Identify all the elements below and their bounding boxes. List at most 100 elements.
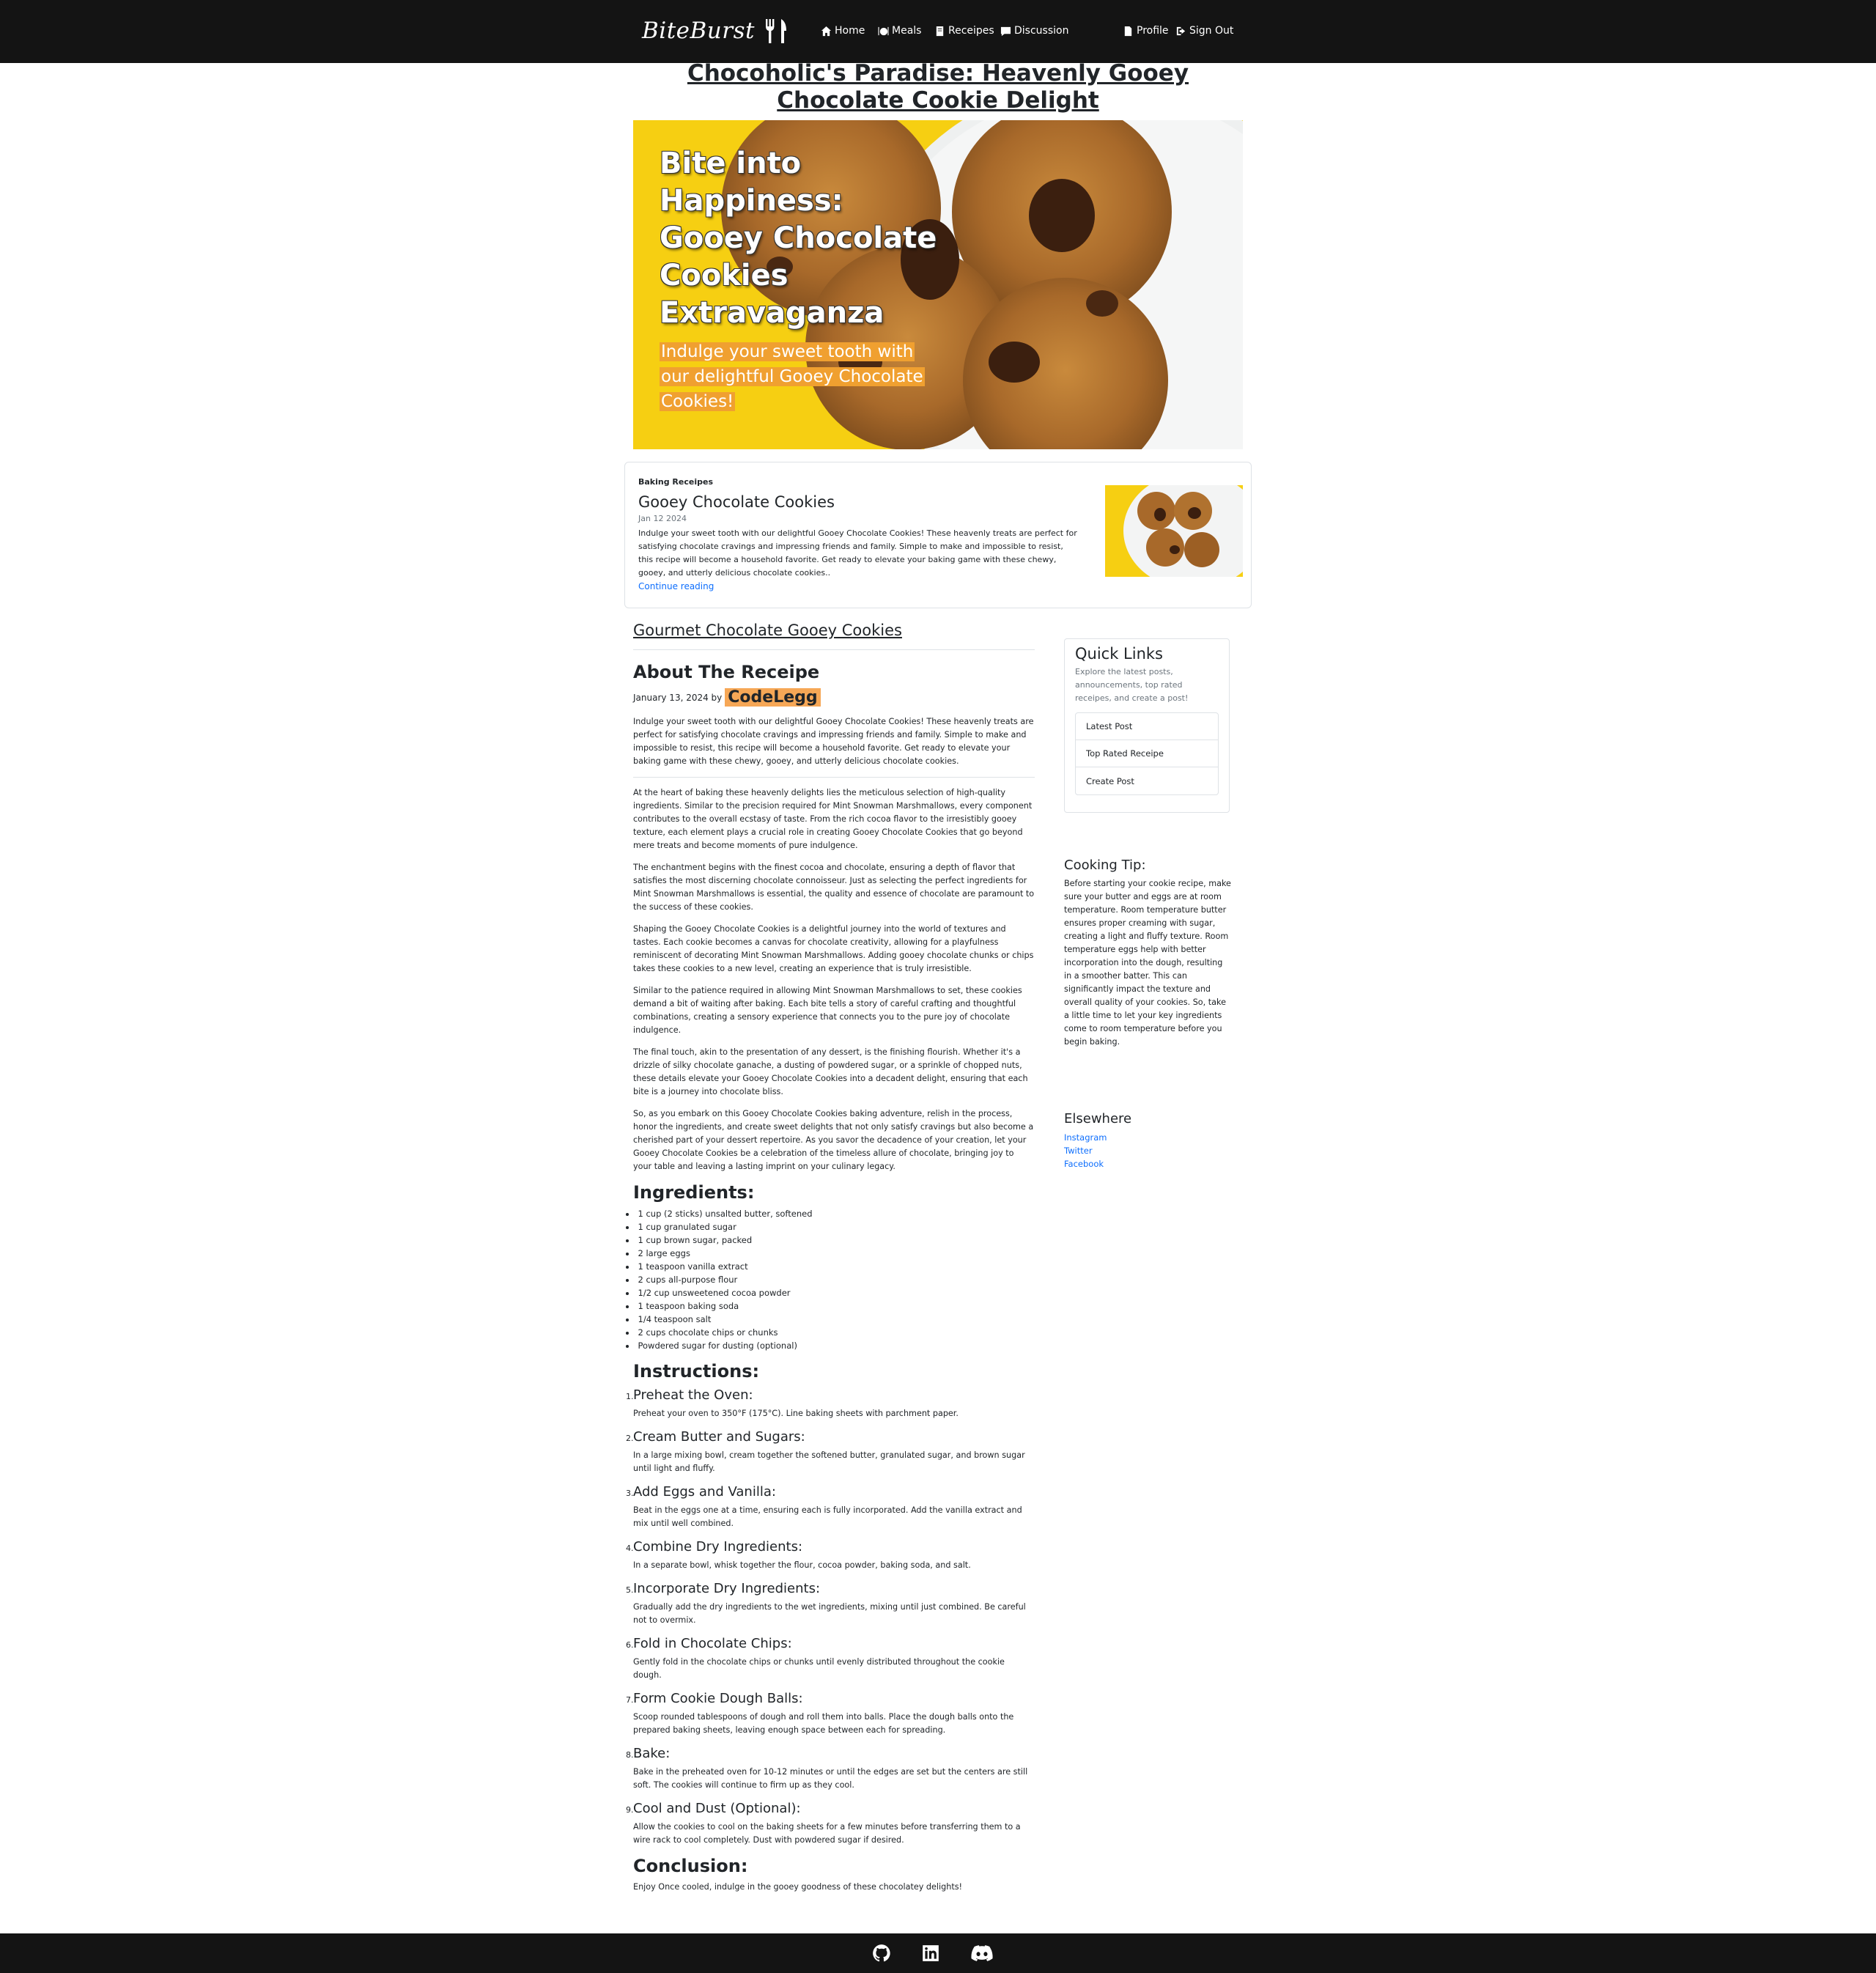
sign-out-icon — [1176, 26, 1186, 35]
step-number: 2. — [626, 1434, 634, 1443]
fork-knife-icon — [765, 19, 786, 43]
cooking-tip-body: Before starting your cookie recipe, make… — [1064, 879, 1231, 1047]
body-paragraph: At the heart of baking these heavenly de… — [633, 788, 1033, 850]
card-title: Gooey Chocolate Cookies — [638, 493, 835, 511]
nav-home[interactable]: Home — [821, 22, 865, 40]
instruction-step: 3. Add Eggs and Vanilla: Beat in the eggs… — [626, 1484, 1035, 1530]
chat-icon — [1000, 26, 1011, 36]
home-icon — [821, 26, 832, 36]
step-description: Scoop rounded tablespoons of dough and r… — [633, 1712, 1014, 1735]
step-number: 8. — [626, 1750, 634, 1760]
instruction-step: 9. Cool and Dust (Optional): Allow the co… — [626, 1801, 1035, 1847]
linkedin-icon[interactable] — [921, 1944, 940, 1963]
step-number: 5. — [626, 1585, 634, 1595]
step-description: In a separate bowl, whisk together the f… — [633, 1560, 971, 1570]
ingredient-item: 2 large eggs — [626, 1247, 1035, 1260]
about-title: About The Receipe — [633, 662, 820, 682]
ingredient-item: 2 cups chocolate chips or chunks — [626, 1326, 1035, 1339]
continue-reading-link[interactable]: Continue reading — [638, 581, 714, 591]
step-number: 3. — [626, 1489, 634, 1498]
step-description: Beat in the eggs one at a time, ensuring… — [633, 1505, 1022, 1528]
nav-profile[interactable]: Profile — [1123, 22, 1169, 40]
intro-paragraph: Indulge your sweet tooth with our deligh… — [633, 717, 1034, 766]
instructions-list: 1. Preheat the Oven: Preheat your oven to… — [626, 1387, 1035, 1847]
instruction-step: 7. Form Cookie Dough Balls: Scoop rounded… — [626, 1691, 1035, 1737]
byline: January 13, 2024 by CodeLegg — [633, 688, 1035, 707]
step-title: Incorporate Dry Ingredients: — [633, 1581, 821, 1596]
instruction-step: 1. Preheat the Oven: Preheat your oven to… — [626, 1387, 1035, 1420]
cooking-tip-title: Cooking Tip: — [1064, 858, 1146, 873]
instruction-step: 2. Cream Butter and Sugars: In a large mi… — [626, 1429, 1035, 1475]
article: Gourmet Chocolate Gooey Cookies About Th… — [626, 622, 1035, 1894]
step-description: In a large mixing bowl, cream together t… — [633, 1450, 1025, 1473]
step-number: 1. — [626, 1392, 634, 1401]
nav-signout-label: Sign Out — [1189, 25, 1234, 37]
github-icon[interactable] — [872, 1944, 891, 1963]
quick-links-description: Explore the latest posts, announcements,… — [1075, 667, 1189, 703]
step-description: Preheat your oven to 350°F (175°C). Line… — [633, 1409, 959, 1418]
ingredient-item: 1 cup brown sugar, packed — [626, 1233, 1035, 1247]
step-title: Combine Dry Ingredients: — [633, 1539, 803, 1555]
book-icon — [936, 26, 944, 36]
byline-date: January 13, 2024 by — [633, 692, 723, 703]
step-description: Allow the cookies to cool on the baking … — [633, 1822, 1021, 1845]
ingredient-item: Powdered sugar for dusting (optional) — [626, 1339, 1035, 1352]
nav-profile-label: Profile — [1137, 25, 1169, 37]
step-number: 9. — [626, 1805, 634, 1815]
step-number: 6. — [626, 1640, 634, 1650]
section-title: Gourmet Chocolate Gooey Cookies — [633, 622, 902, 639]
facebook-link[interactable]: Facebook — [1064, 1157, 1225, 1170]
brand-name[interactable]: BiteBurst — [642, 18, 755, 44]
discord-icon[interactable] — [971, 1944, 993, 1963]
step-number: 4. — [626, 1544, 634, 1553]
ingredient-item: 1/2 cup unsweetened cocoa powder — [626, 1286, 1035, 1299]
step-title: Fold in Chocolate Chips: — [633, 1636, 792, 1651]
nav-meals[interactable]: Meals — [878, 22, 921, 40]
card-category: Baking Receipes — [638, 477, 713, 487]
nav-discussion-label: Discussion — [1014, 25, 1069, 37]
card-excerpt: Indulge your sweet tooth with our deligh… — [638, 528, 1077, 578]
cookies-thumbnail-image — [1105, 485, 1243, 577]
ingredient-item: 1/4 teaspoon salt — [626, 1313, 1035, 1326]
profile-document-icon — [1124, 26, 1132, 36]
nav-discussion[interactable]: Discussion — [1000, 22, 1068, 40]
conclusion-title: Conclusion: — [633, 1856, 748, 1876]
ingredient-item: 1 teaspoon baking soda — [626, 1299, 1035, 1313]
cooking-tip: Cooking Tip: Before starting your cookie… — [1064, 858, 1233, 1049]
step-description: Bake in the preheated oven for 10-12 min… — [633, 1767, 1028, 1790]
step-description: Gradually add the dry ingredients to the… — [633, 1602, 1026, 1625]
step-title: Preheat the Oven: — [633, 1387, 753, 1403]
quick-link-latest-post[interactable]: Latest Post — [1076, 713, 1218, 740]
quick-links-list: Latest Post Top Rated Receipe Create Pos… — [1075, 712, 1219, 795]
body-paragraph: The final touch, akin to the presentatio… — [633, 1047, 1028, 1096]
ingredient-item: 2 cups all-purpose flour — [626, 1273, 1035, 1286]
card-thumbnail — [1105, 485, 1243, 577]
instagram-link[interactable]: Instagram — [1064, 1131, 1225, 1144]
ingredients-list: 1 cup (2 sticks) unsalted butter, soften… — [626, 1207, 1035, 1352]
hero-headline: Bite into Happiness: Gooey Chocolate Coo… — [660, 147, 937, 330]
brand-logo[interactable]: BiteBurst — [642, 13, 789, 48]
ingredient-item: 1 cup (2 sticks) unsalted butter, soften… — [626, 1207, 1035, 1220]
ingredient-item: 1 teaspoon vanilla extract — [626, 1260, 1035, 1273]
conclusion-text: Enjoy Once cooled, indulge in the gooey … — [633, 1882, 963, 1892]
featured-post-card[interactable]: Baking Receipes Gooey Chocolate Cookies … — [624, 462, 1252, 608]
instruction-step: 8. Bake: Bake in the preheated oven for 1… — [626, 1746, 1035, 1792]
quick-link-create-post[interactable]: Create Post — [1076, 767, 1218, 794]
nav-meals-label: Meals — [892, 25, 922, 37]
step-description: Gently fold in the chocolate chips or ch… — [633, 1657, 1005, 1680]
author-name[interactable]: CodeLegg — [725, 688, 821, 707]
step-title: Cream Butter and Sugars: — [633, 1429, 805, 1445]
nav-signout[interactable]: Sign Out — [1175, 22, 1233, 40]
instructions-title: Instructions: — [633, 1361, 760, 1382]
quick-link-top-rated[interactable]: Top Rated Receipe — [1076, 740, 1218, 767]
nav-receipes[interactable]: Receipes — [934, 22, 994, 40]
footer — [0, 1933, 1876, 1973]
quick-links-title: Quick Links — [1075, 645, 1164, 663]
divider — [633, 777, 1035, 778]
navbar: BiteBurst Home Meals Receipes Discussion… — [0, 0, 1876, 63]
body-paragraph: Shaping the Gooey Chocolate Cookies is a… — [633, 924, 1034, 973]
step-title: Bake: — [633, 1746, 671, 1761]
hero-text: Bite into Happiness: Gooey Chocolate Coo… — [660, 145, 938, 414]
twitter-link[interactable]: Twitter — [1064, 1144, 1225, 1157]
instruction-step: 6. Fold in Chocolate Chips: Gently fold i… — [626, 1636, 1035, 1682]
